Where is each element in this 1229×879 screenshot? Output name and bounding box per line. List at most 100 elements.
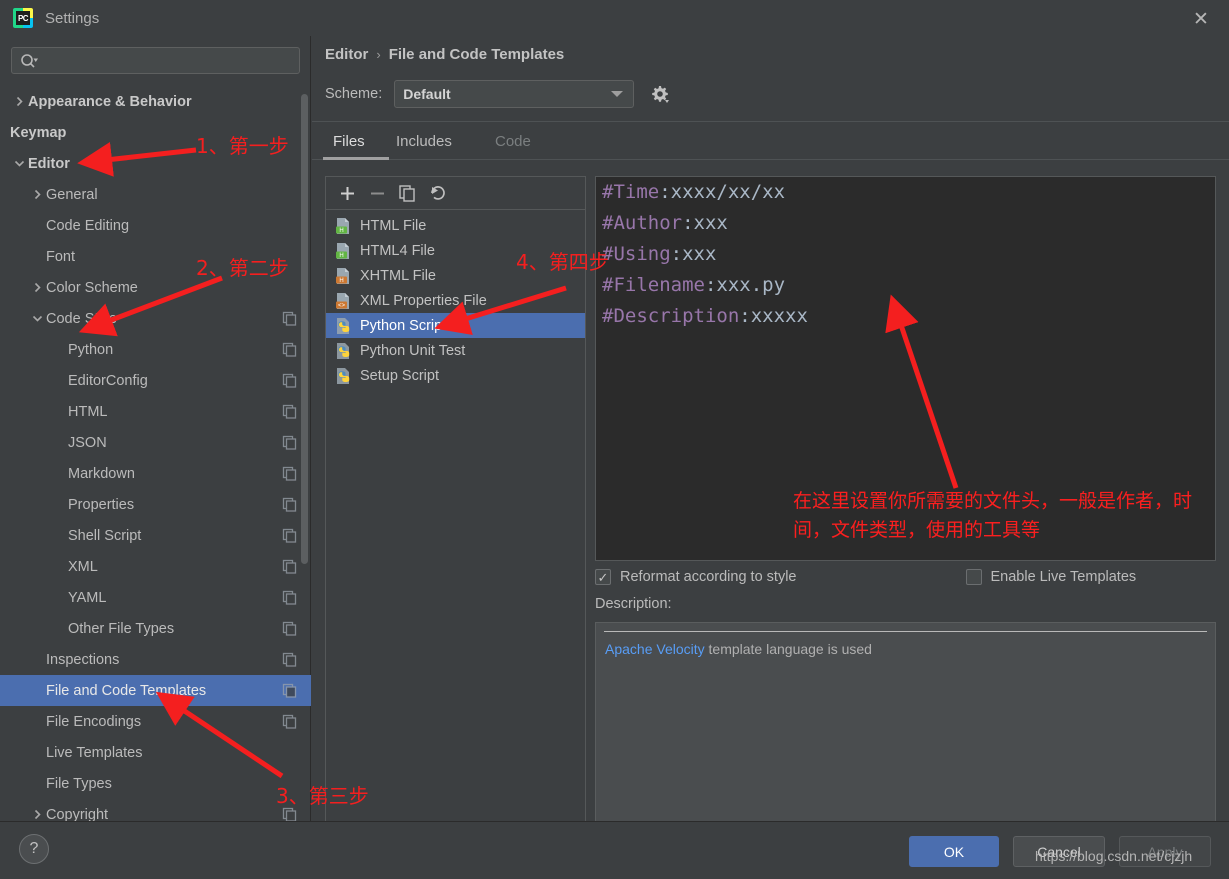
reset-icon[interactable] (424, 180, 450, 206)
template-list-item[interactable]: H XHTML File (326, 263, 585, 288)
apache-velocity-link[interactable]: Apache Velocity (605, 641, 705, 657)
python-icon (334, 367, 353, 385)
sidebar-item-label: Font (46, 248, 76, 265)
chevron-down-icon[interactable] (28, 313, 46, 324)
copy-settings-icon[interactable] (282, 559, 297, 574)
code-line[interactable]: #Time:xxxx/xx/xx (596, 177, 1215, 208)
sidebar-item-file-and-code-templates[interactable]: File and Code Templates (0, 675, 311, 706)
sidebar-item-html[interactable]: HTML (0, 396, 311, 427)
copy-settings-icon[interactable] (282, 497, 297, 512)
reformat-checkbox[interactable]: ✓ Reformat according to style (595, 569, 797, 585)
python-icon (334, 317, 353, 335)
code-line[interactable]: #Author:xxx (596, 208, 1215, 239)
copy-settings-icon[interactable] (282, 373, 297, 388)
sidebar-item-shell-script[interactable]: Shell Script (0, 520, 311, 551)
sidebar-item-label: Keymap (10, 124, 67, 141)
copy-settings-icon[interactable] (282, 342, 297, 357)
template-list-item[interactable]: H HTML4 File (326, 238, 585, 263)
sidebar-item-appearance-behavior[interactable]: Appearance & Behavior (0, 86, 311, 117)
code-line[interactable]: #Description:xxxxx (596, 301, 1215, 332)
ok-button[interactable]: OK (909, 836, 999, 867)
sidebar-item-editorconfig[interactable]: EditorConfig (0, 365, 311, 396)
copy-settings-icon[interactable] (282, 435, 297, 450)
chevron-right-icon[interactable] (28, 189, 46, 200)
search-input[interactable] (11, 47, 300, 74)
file-list-items[interactable]: H HTML File H HTML4 File H XHTML File <> XML Pr… (326, 210, 585, 388)
sidebar-item-label: Live Templates (46, 744, 143, 761)
sidebar-item-code-style[interactable]: Code Style (0, 303, 311, 334)
checkbox-box: ✓ (595, 569, 611, 585)
sidebar-item-label: File Types (46, 775, 112, 792)
help-button[interactable]: ? (19, 834, 49, 864)
live-templates-checkbox-label: Enable Live Templates (990, 569, 1137, 585)
copy-settings-icon[interactable] (282, 652, 297, 667)
chevron-right-icon[interactable] (28, 809, 46, 820)
live-templates-checkbox[interactable]: Enable Live Templates (965, 569, 1137, 585)
sidebar-item-keymap[interactable]: Keymap (0, 117, 311, 148)
sidebar-item-label: File and Code Templates (46, 682, 207, 699)
search-input-wrapper[interactable] (11, 47, 300, 74)
sidebar-item-other-file-types[interactable]: Other File Types (0, 613, 311, 644)
sidebar-item-copyright[interactable]: Copyright (0, 799, 311, 821)
copy-icon[interactable] (394, 180, 420, 206)
add-icon[interactable] (334, 180, 360, 206)
copy-settings-icon[interactable] (282, 714, 297, 729)
sidebar-item-xml[interactable]: XML (0, 551, 311, 582)
copy-settings-icon[interactable] (282, 528, 297, 543)
sidebar-item-label: Code Editing (46, 217, 130, 234)
copy-settings-icon[interactable] (282, 683, 297, 698)
sidebar-item-file-encodings[interactable]: File Encodings (0, 706, 311, 737)
sidebar-item-live-templates[interactable]: Live Templates (0, 737, 311, 768)
scheme-dropdown[interactable]: Default (394, 80, 635, 108)
tab-includes[interactable]: Includes (386, 122, 462, 160)
copy-settings-icon[interactable] (282, 311, 297, 326)
settings-tree[interactable]: Appearance & Behavior Keymap Editor General… (0, 86, 311, 821)
copy-settings-icon[interactable] (282, 590, 297, 605)
sidebar-item-markdown[interactable]: Markdown (0, 458, 311, 489)
copy-settings-icon[interactable] (282, 466, 297, 481)
chevron-right-icon[interactable] (10, 96, 28, 107)
tab-files[interactable]: Files (323, 122, 375, 160)
templates-tabs[interactable]: Files Includes Code (312, 122, 1229, 160)
sidebar-scrollbar[interactable] (301, 94, 308, 564)
sidebar-item-inspections[interactable]: Inspections (0, 644, 311, 675)
sidebar-item-editor[interactable]: Editor (0, 148, 311, 179)
copy-settings-icon[interactable] (282, 404, 297, 419)
template-list-item[interactable]: Python Unit Test (326, 338, 585, 363)
copy-settings-icon[interactable] (282, 807, 297, 821)
sidebar-item-code-editing[interactable]: Code Editing (0, 210, 311, 241)
code-line[interactable]: #Filename:xxx.py (596, 270, 1215, 301)
sidebar-item-general[interactable]: General (0, 179, 311, 210)
gear-icon[interactable] (648, 82, 672, 106)
breadcrumb-parent[interactable]: Editor (325, 46, 368, 63)
template-list-item[interactable]: Setup Script (326, 363, 585, 388)
scheme-value: Default (403, 86, 451, 102)
template-code-editor[interactable]: #Time:xxxx/xx/xx #Author:xxx #Using:xxx #Fi… (595, 176, 1216, 561)
template-list-item[interactable]: Python Script (326, 313, 585, 338)
chevron-right-icon[interactable] (28, 282, 46, 293)
remove-icon[interactable] (364, 180, 390, 206)
description-divider (604, 631, 1207, 632)
sidebar-item-properties[interactable]: Properties (0, 489, 311, 520)
file-list-toolbar (326, 177, 585, 210)
close-icon[interactable]: ✕ (1183, 6, 1219, 32)
code-token-key: #Time (602, 181, 660, 203)
template-list-item-label: Python Script (360, 317, 447, 334)
template-list-item[interactable]: H HTML File (326, 213, 585, 238)
sidebar-item-color-scheme[interactable]: Color Scheme (0, 272, 311, 303)
sidebar-item-file-types[interactable]: File Types (0, 768, 311, 799)
sidebar-item-python[interactable]: Python (0, 334, 311, 365)
sidebar-item-json[interactable]: JSON (0, 427, 311, 458)
xml-file-icon: <> (334, 292, 353, 310)
chevron-down-icon[interactable] (10, 158, 28, 169)
template-list-item[interactable]: <> XML Properties File (326, 288, 585, 313)
code-line[interactable]: #Using:xxx (596, 239, 1215, 270)
copy-settings-icon[interactable] (282, 621, 297, 636)
template-file-list[interactable]: H HTML File H HTML4 File H XHTML File <> XML Pr… (325, 176, 586, 843)
sidebar-item-font[interactable]: Font (0, 241, 311, 272)
xhtml-file-icon: H (334, 267, 353, 285)
code-token-value: :xxx.py (704, 274, 786, 296)
sidebar-item-label: General (46, 186, 98, 203)
sidebar-item-yaml[interactable]: YAML (0, 582, 311, 613)
svg-text:H: H (339, 278, 343, 284)
